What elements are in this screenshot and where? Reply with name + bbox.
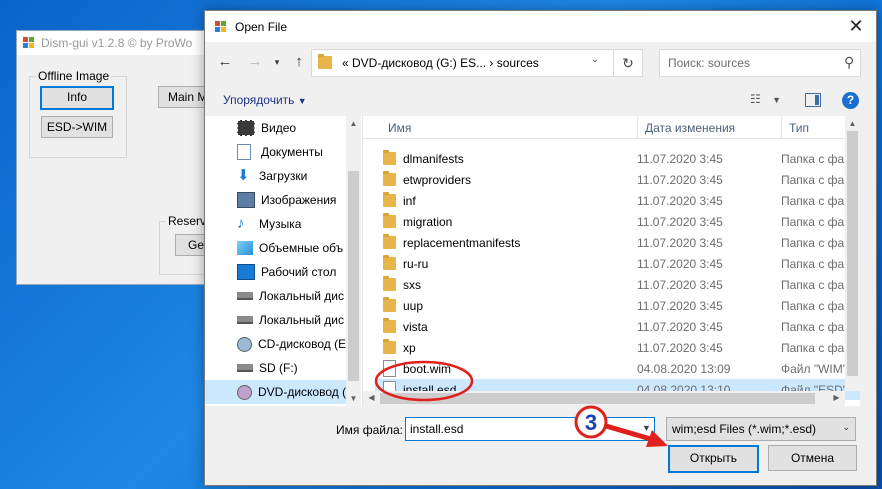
install-esd-highlight-ellipse [374, 360, 474, 402]
pointer-arrowhead [646, 430, 668, 447]
annotation-overlay: 3 [374, 360, 668, 447]
pointer-arrow-line [605, 423, 655, 443]
step-number: 3 [585, 410, 597, 435]
